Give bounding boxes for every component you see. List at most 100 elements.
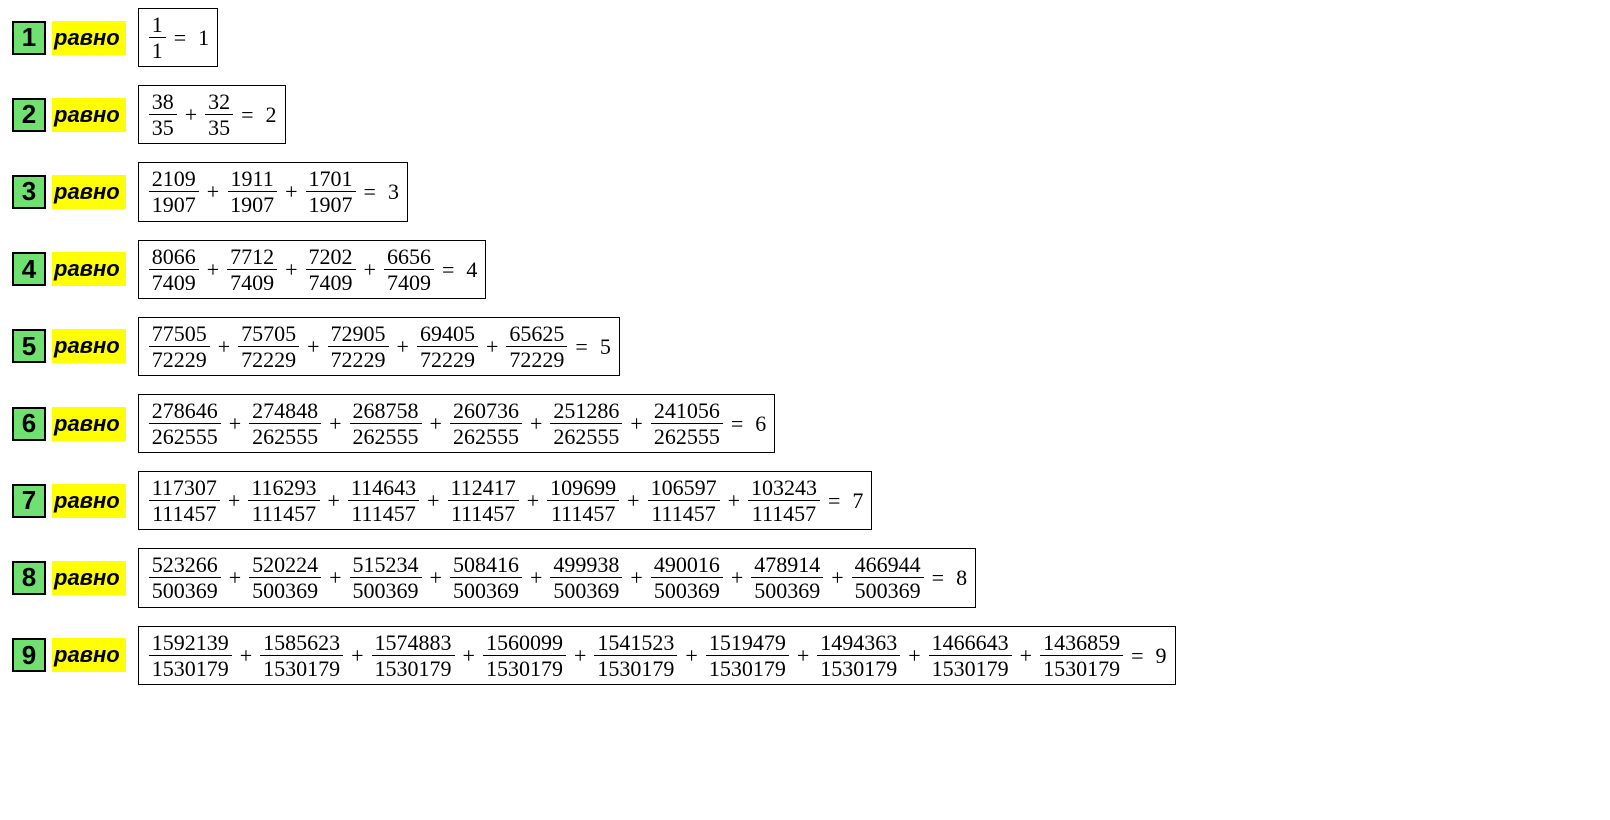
fraction-numerator: 1574883 [372,631,455,656]
equation-row: 2равно3835+3235=2 [12,85,1598,144]
fraction-denominator: 111457 [448,501,518,525]
equals-operator: = [731,412,743,435]
result-value: 6 [755,412,766,435]
fraction-numerator: 114643 [348,476,419,501]
fraction-denominator: 1530179 [483,656,566,680]
fraction: 278646262555 [149,399,221,448]
equation-box: 278646262555+274848262555+268758262555+2… [138,394,776,453]
equals-word-label: равно [52,98,126,132]
fraction-numerator: 1911 [228,167,277,192]
plus-operator: + [463,644,475,667]
fraction: 508416500369 [450,553,522,602]
equation-box: 21091907+19111907+17011907=3 [138,162,408,221]
fraction-denominator: 72229 [417,347,478,371]
fraction: 490016500369 [651,553,723,602]
fraction-denominator: 72229 [328,347,389,371]
fraction-numerator: 106597 [648,476,720,501]
plus-operator: + [1020,644,1032,667]
row-index-badge: 4 [12,252,46,286]
fraction: 11 [149,13,166,62]
fraction-numerator: 478914 [751,553,823,578]
plus-operator: + [351,644,363,667]
plus-operator: + [285,180,297,203]
fraction-denominator: 1907 [306,192,356,216]
fraction: 274848262555 [249,399,321,448]
fraction-numerator: 1585623 [260,631,343,656]
fraction-numerator: 116293 [248,476,319,501]
fraction: 21091907 [149,167,199,216]
plus-operator: + [630,566,642,589]
equation-row: 3равно21091907+19111907+17011907=3 [12,162,1598,221]
fraction-numerator: 515234 [350,553,422,578]
row-index-badge: 9 [12,638,46,672]
fraction-numerator: 77505 [149,322,210,347]
fraction-denominator: 500369 [149,578,221,602]
equals-operator: = [1131,644,1143,667]
equation-row: 9равно15921391530179+15856231530179+1574… [12,626,1598,685]
row-index-badge: 1 [12,21,46,55]
plus-operator: + [530,566,542,589]
fraction: 499938500369 [550,553,622,602]
fraction-denominator: 1530179 [817,656,900,680]
fraction-numerator: 72905 [328,322,389,347]
fraction: 241056262555 [651,399,723,448]
plus-operator: + [574,644,586,667]
fraction-numerator: 7712 [227,245,277,270]
fraction-denominator: 7409 [384,270,434,294]
fraction-denominator: 500369 [751,578,823,602]
fraction-denominator: 1 [149,38,166,62]
fraction: 106597111457 [648,476,720,525]
fraction: 14666431530179 [929,631,1012,680]
result-value: 2 [266,103,277,126]
fraction-numerator: 1519479 [706,631,789,656]
row-index-badge: 2 [12,98,46,132]
plus-operator: + [731,566,743,589]
fraction-numerator: 241056 [651,399,723,424]
plus-operator: + [229,566,241,589]
fraction-denominator: 1530179 [1040,656,1123,680]
plus-operator: + [630,412,642,435]
equals-word-label: равно [52,561,126,595]
equals-operator: = [174,26,186,49]
fraction-numerator: 1541523 [594,631,677,656]
plus-operator: + [397,335,409,358]
fraction-numerator: 251286 [550,399,622,424]
fraction: 116293111457 [248,476,319,525]
plus-operator: + [430,412,442,435]
equals-operator: = [828,489,840,512]
fraction-denominator: 111457 [149,501,219,525]
fraction: 268758262555 [350,399,422,448]
result-value: 8 [956,566,967,589]
plus-operator: + [797,644,809,667]
fraction-denominator: 262555 [651,424,723,448]
equations-list: 1равно11=12равно3835+3235=23равно2109190… [12,8,1598,685]
equation-box: 11 = 1 [138,8,218,67]
fraction: 478914500369 [751,553,823,602]
fraction-denominator: 1530179 [149,656,232,680]
fraction: 251286262555 [550,399,622,448]
fraction: 3835 [149,90,177,139]
fraction-numerator: 523266 [149,553,221,578]
row-index-badge: 7 [12,484,46,518]
equation-row: 5равно7750572229+7570572229+7290572229+6… [12,317,1598,376]
fraction-denominator: 1907 [227,192,277,216]
fraction: 7290572229 [328,322,389,371]
plus-operator: + [329,412,341,435]
plus-operator: + [285,258,297,281]
fraction-denominator: 72229 [149,347,210,371]
fraction: 15856231530179 [260,631,343,680]
fraction-denominator: 111457 [648,501,718,525]
result-value: 7 [852,489,863,512]
row-index-badge: 3 [12,175,46,209]
fraction: 7570572229 [238,322,299,371]
fraction: 117307111457 [149,476,220,525]
plus-operator: + [240,644,252,667]
fraction-denominator: 500369 [852,578,924,602]
fraction: 520224500369 [249,553,321,602]
fraction: 6940572229 [417,322,478,371]
fraction-denominator: 500369 [450,578,522,602]
fraction-numerator: 278646 [149,399,221,424]
equals-operator: = [241,103,253,126]
fraction-denominator: 7409 [306,270,356,294]
equation-row: 8равно523266500369+520224500369+51523450… [12,548,1598,607]
